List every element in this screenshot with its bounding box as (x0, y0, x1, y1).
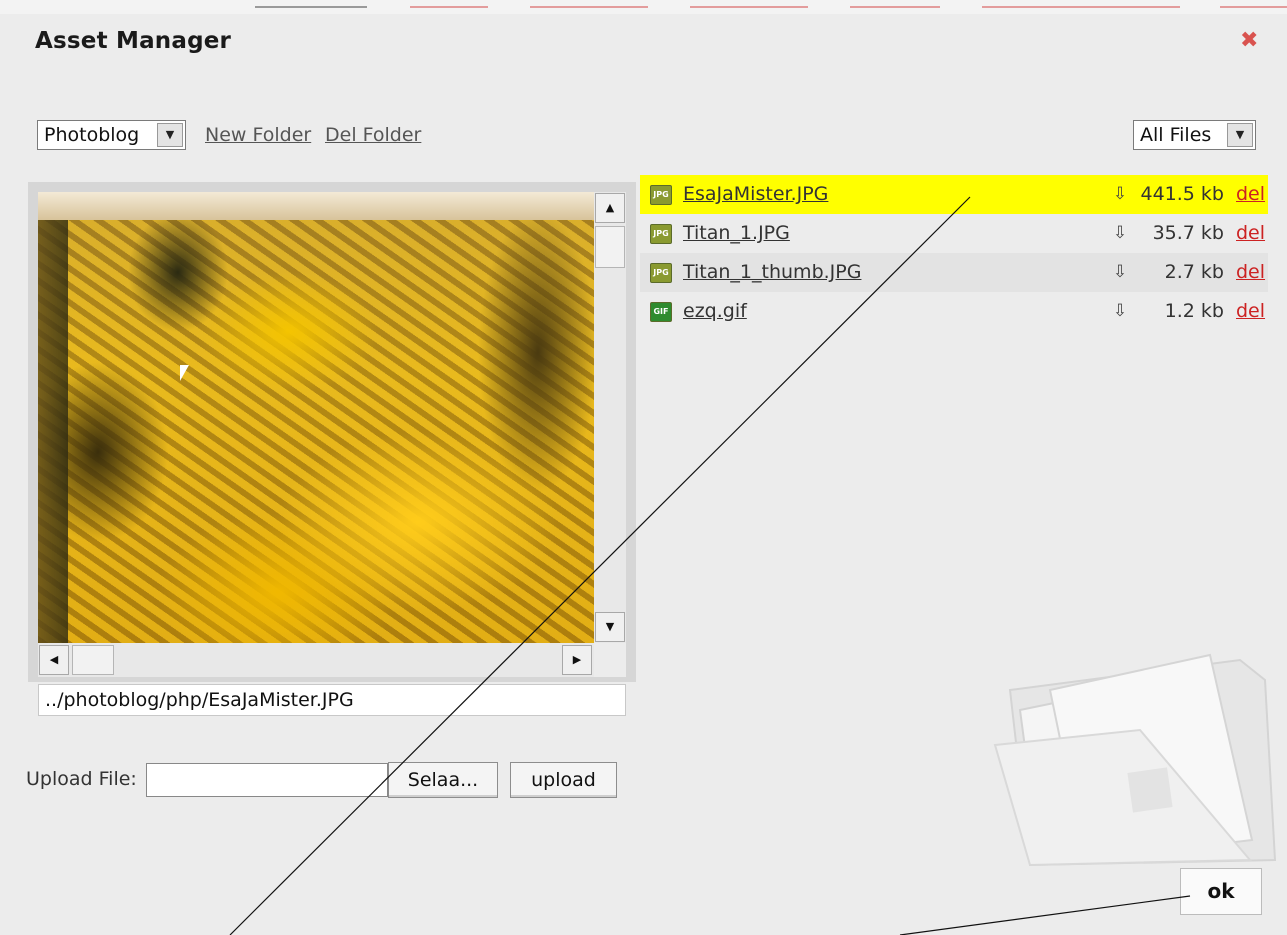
scroll-right-icon[interactable]: ▶ (562, 645, 592, 675)
vertical-scroll-thumb[interactable] (595, 226, 625, 268)
close-icon[interactable]: ✖ (1240, 30, 1262, 52)
file-list: JPG EsaJaMister.JPG ⇩ 441.5 kb del JPG T… (640, 175, 1268, 331)
delete-file-link[interactable]: del (1236, 292, 1265, 331)
horizontal-scrollbar[interactable] (38, 643, 594, 677)
chevron-down-icon[interactable]: ▼ (1227, 123, 1253, 147)
new-folder-link[interactable]: New Folder (205, 124, 311, 146)
browse-button[interactable]: Selaa... (388, 762, 498, 798)
download-icon[interactable]: ⇩ (1110, 292, 1130, 331)
upload-button[interactable]: upload (510, 762, 617, 798)
del-folder-link[interactable]: Del Folder (325, 124, 421, 146)
file-row[interactable]: JPG Titan_1.JPG ⇩ 35.7 kb del (640, 214, 1268, 253)
mouse-pointer-icon (180, 365, 189, 381)
jpg-file-icon: JPG (650, 185, 672, 205)
file-size: 441.5 kb (1140, 183, 1225, 205)
delete-file-link[interactable]: del (1236, 214, 1265, 253)
download-icon[interactable]: ⇩ (1110, 214, 1130, 253)
file-row[interactable]: JPG EsaJaMister.JPG ⇩ 441.5 kb del (640, 175, 1268, 214)
file-name-link[interactable]: ezq.gif (683, 292, 747, 331)
gif-file-icon: GIF (650, 302, 672, 322)
background-tab (255, 6, 367, 8)
upload-label: Upload File: (26, 768, 137, 790)
background-tab (410, 6, 488, 8)
photo-top-band (38, 192, 594, 220)
upload-file-input[interactable] (146, 763, 388, 797)
file-row[interactable]: GIF ezq.gif ⇩ 1.2 kb del (640, 292, 1268, 331)
file-name-link[interactable]: Titan_1.JPG (683, 214, 790, 253)
file-filter-select[interactable]: All Files ▼ (1133, 120, 1256, 150)
background-tab (850, 6, 940, 8)
annotation-line (899, 895, 1191, 935)
scrollbar-corner (594, 643, 626, 677)
image-preview (38, 192, 594, 643)
file-size: 1.2 kb (1164, 300, 1224, 322)
download-icon[interactable]: ⇩ (1110, 253, 1130, 292)
background-tab (530, 6, 648, 8)
jpg-file-icon: JPG (650, 263, 672, 283)
background-tab (690, 6, 808, 8)
file-size: 35.7 kb (1152, 222, 1224, 244)
horizontal-scroll-thumb[interactable] (72, 645, 114, 675)
delete-file-link[interactable]: del (1236, 175, 1265, 214)
jpg-file-icon: JPG (650, 224, 672, 244)
file-name-link[interactable]: EsaJaMister.JPG (683, 175, 828, 214)
chevron-down-icon[interactable]: ▼ (157, 123, 183, 147)
scroll-down-icon[interactable]: ▼ (595, 612, 625, 642)
scroll-up-icon[interactable]: ▲ (595, 193, 625, 223)
download-icon[interactable]: ⇩ (1110, 175, 1130, 214)
folder-icon (993, 653, 1277, 867)
dialog-title: Asset Manager (35, 28, 232, 54)
folder-select[interactable]: Photoblog ▼ (37, 120, 186, 150)
file-name-link[interactable]: Titan_1_thumb.JPG (683, 253, 861, 292)
background-tab (1220, 6, 1287, 8)
photo-left-edge (38, 220, 68, 643)
scroll-left-icon[interactable]: ◀ (39, 645, 69, 675)
file-row[interactable]: JPG Titan_1_thumb.JPG ⇩ 2.7 kb del (640, 253, 1268, 292)
file-size: 2.7 kb (1164, 261, 1224, 283)
ok-button[interactable]: ok (1180, 868, 1262, 915)
file-path-field[interactable]: ../photoblog/php/EsaJaMister.JPG (38, 684, 626, 716)
folder-select-value: Photoblog (44, 124, 140, 146)
background-tab (982, 6, 1180, 8)
background-tab-strip (0, 0, 1287, 14)
delete-file-link[interactable]: del (1236, 253, 1265, 292)
file-filter-value: All Files (1140, 124, 1212, 146)
